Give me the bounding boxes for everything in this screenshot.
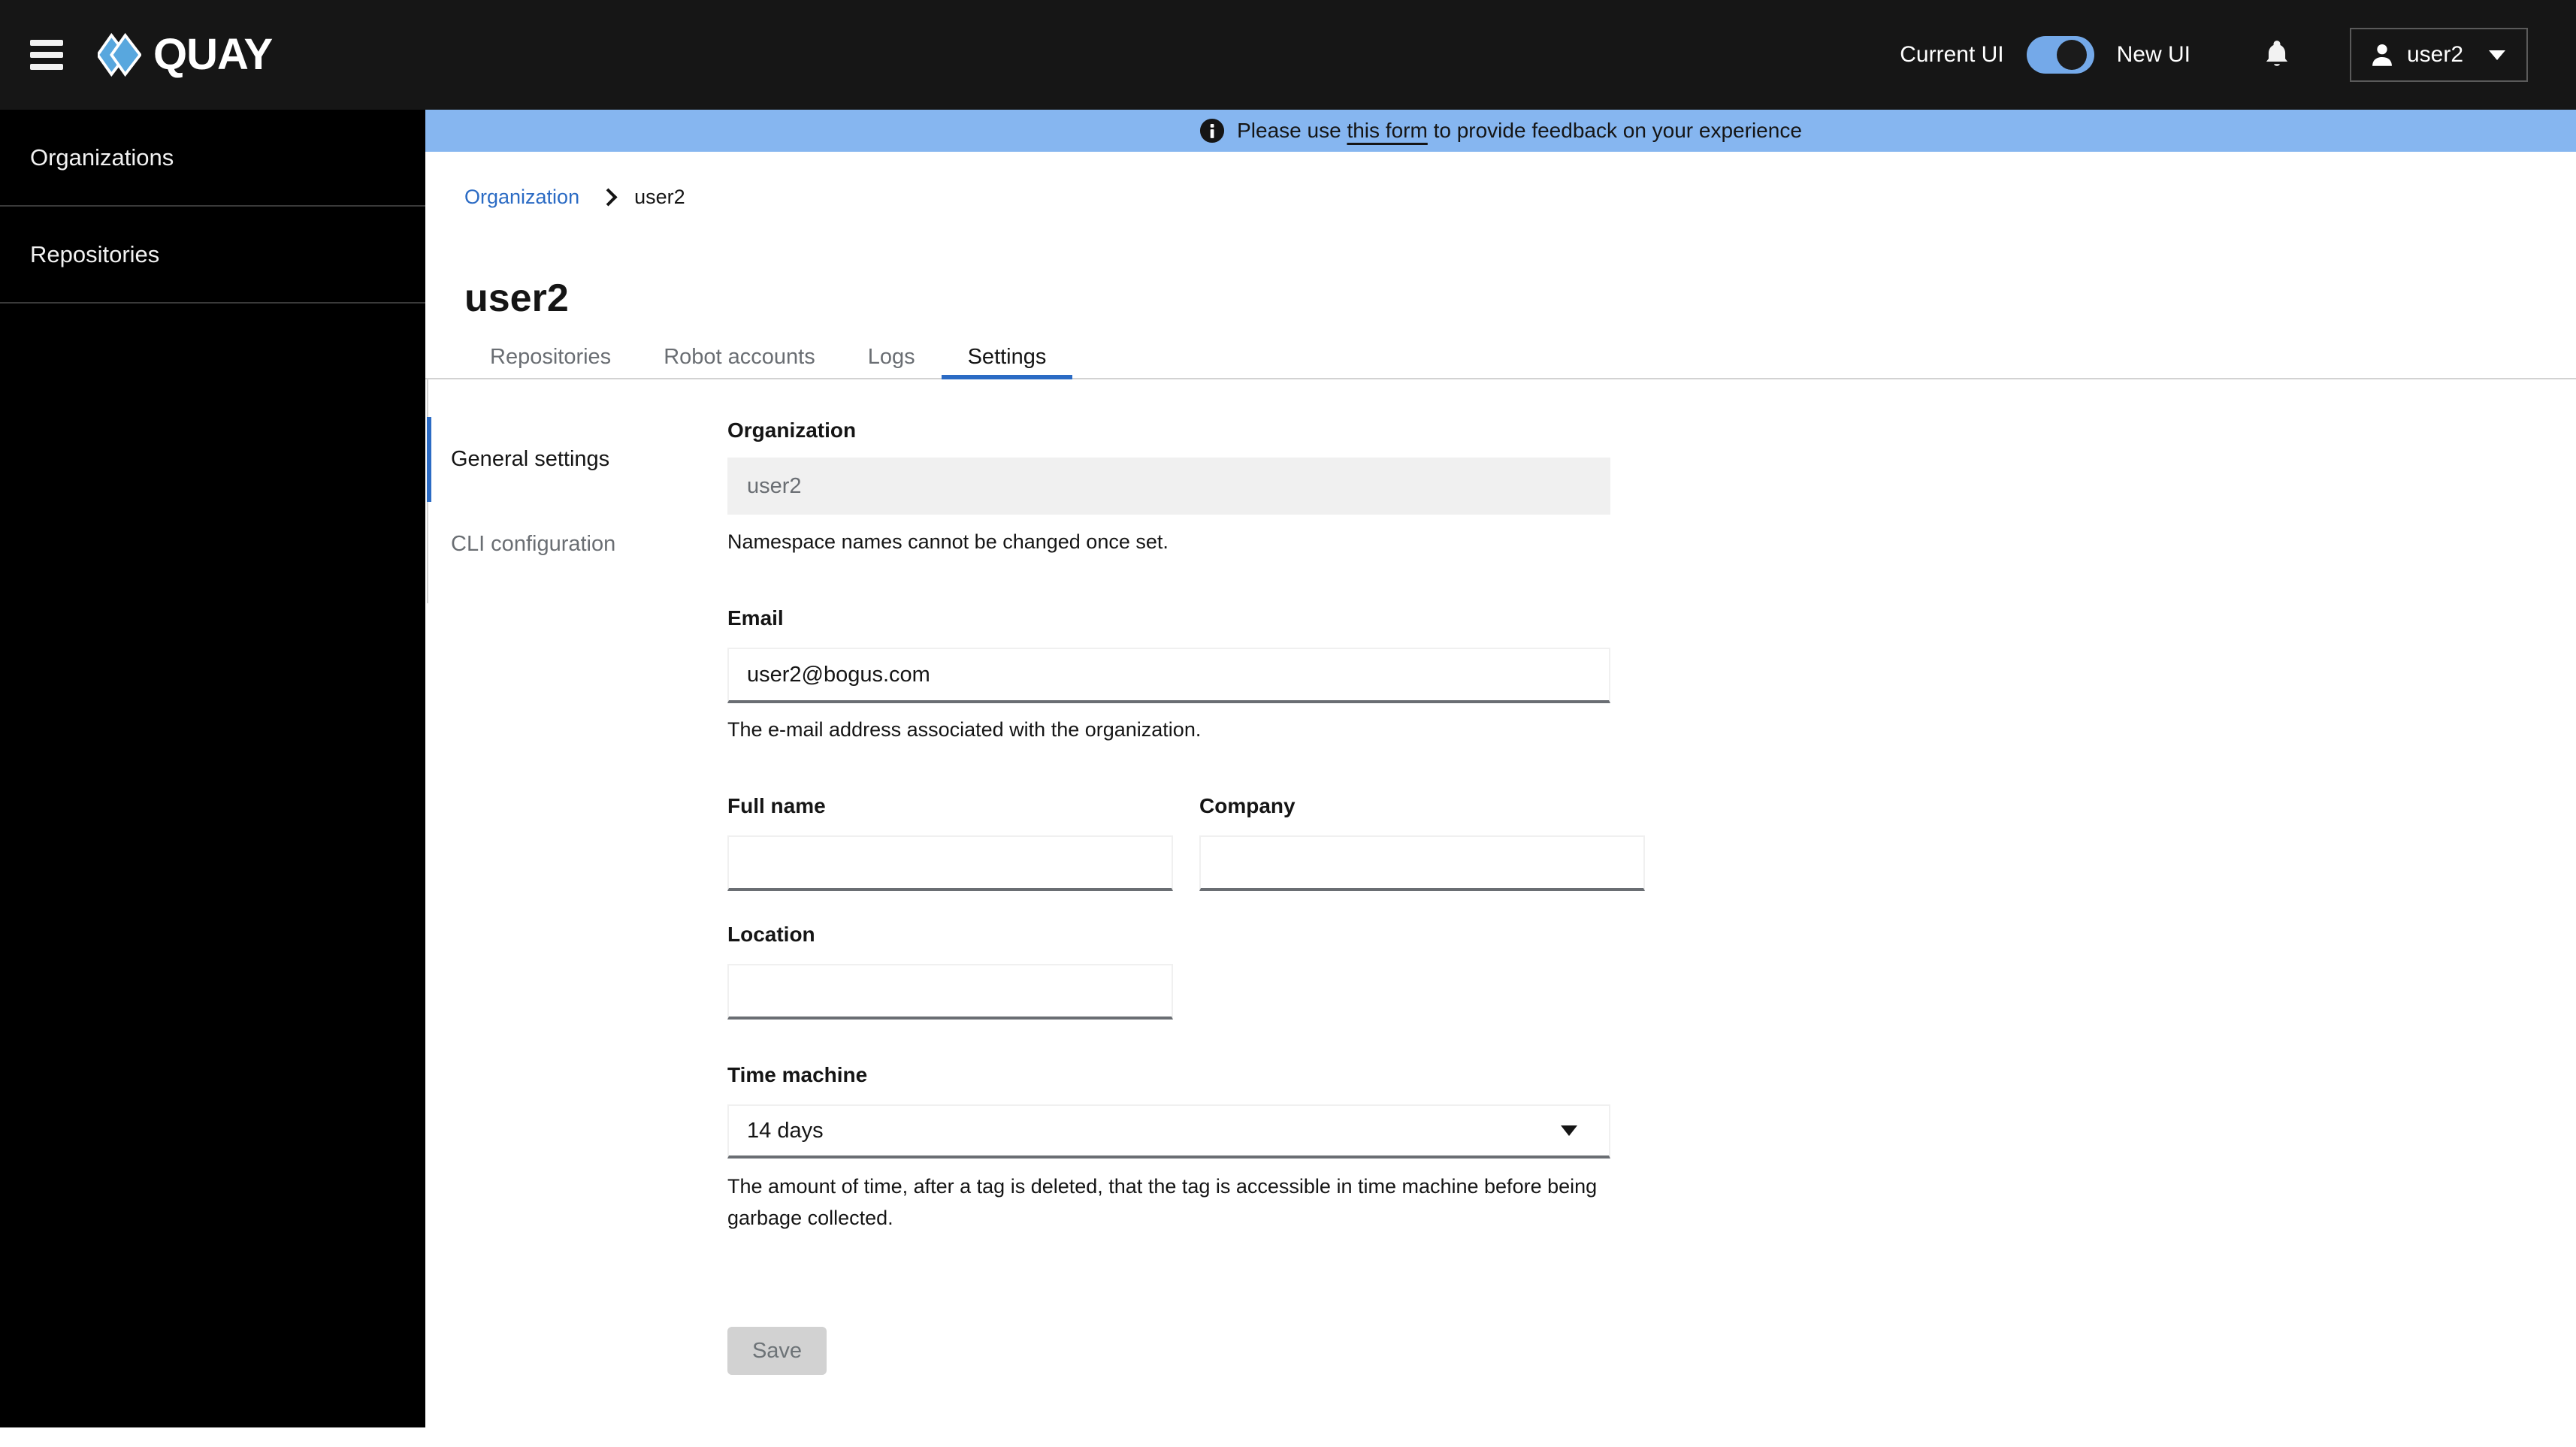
tab-bar: Repositories Robot accounts Logs Setting… <box>425 337 2576 379</box>
feedback-form-link[interactable]: this form <box>1347 119 1427 142</box>
name-company-row: Full name Company <box>727 796 1704 891</box>
select-caret-icon <box>1561 1125 1577 1136</box>
company-input[interactable] <box>1199 835 1645 891</box>
sidebar-item-repositories[interactable]: Repositories <box>0 207 425 304</box>
location-input[interactable] <box>727 964 1173 1020</box>
current-ui-label: Current UI <box>1900 42 2004 67</box>
user-menu[interactable]: user2 <box>2350 28 2528 82</box>
subnav-general-settings[interactable]: General settings <box>427 417 727 502</box>
sidebar-item-organizations[interactable]: Organizations <box>0 110 425 207</box>
breadcrumb-current: user2 <box>634 186 685 208</box>
tab-logs[interactable]: Logs <box>842 337 942 378</box>
time-machine-selected-value: 14 days <box>747 1118 824 1143</box>
brand-wordmark: QUAY <box>153 30 273 79</box>
app-header: QUAY Current UI New UI user2 <box>0 0 2576 110</box>
email-input[interactable] <box>727 648 1610 703</box>
settings-subnav: General settings CLI configuration <box>427 379 727 1375</box>
save-button[interactable]: Save <box>727 1327 827 1375</box>
organization-helper: Namespace names cannot be changed once s… <box>727 530 1169 553</box>
time-machine-helper: The amount of time, after a tag is delet… <box>727 1175 1598 1229</box>
quay-logo-icon <box>98 32 141 77</box>
email-helper: The e-mail address associated with the o… <box>727 718 1202 741</box>
new-ui-label: New UI <box>2116 42 2191 67</box>
settings-content: General settings CLI configuration Organ… <box>425 379 2576 1375</box>
info-circle-icon <box>1200 118 1225 143</box>
full-name-field: Full name <box>727 796 1173 891</box>
notifications-bell-icon[interactable] <box>2264 40 2290 70</box>
feedback-banner: Please use this form to provide feedback… <box>425 110 2576 152</box>
hamburger-menu-icon[interactable] <box>30 40 63 70</box>
header-left: QUAY <box>30 29 273 81</box>
general-settings-form: Organization Namespace names cannot be c… <box>727 379 1704 1375</box>
time-machine-select[interactable]: 14 days <box>727 1104 1610 1159</box>
sidebar: Organizations Repositories <box>0 110 425 1427</box>
chevron-down-icon <box>2489 50 2506 60</box>
full-name-label: Full name <box>727 794 826 817</box>
main-content: Organization user2 user2 Repositories Ro… <box>425 152 2576 1375</box>
tab-repositories[interactable]: Repositories <box>464 337 637 378</box>
location-label: Location <box>727 923 815 946</box>
header-right: Current UI New UI user2 <box>1900 28 2528 82</box>
user-avatar-icon <box>2372 44 2392 66</box>
company-field: Company <box>1199 796 1645 891</box>
company-label: Company <box>1199 794 1296 817</box>
breadcrumb: Organization user2 <box>464 186 2576 209</box>
quay-logo[interactable]: QUAY <box>98 29 273 81</box>
user-menu-label: user2 <box>2407 42 2464 67</box>
tab-settings[interactable]: Settings <box>941 337 1073 379</box>
email-label: Email <box>727 606 784 630</box>
organization-label: Organization <box>727 418 857 442</box>
organization-input <box>727 458 1610 515</box>
page-title: user2 <box>464 276 569 320</box>
tab-robot-accounts[interactable]: Robot accounts <box>637 337 842 378</box>
time-machine-label: Time machine <box>727 1063 868 1086</box>
quay-settings-screen: QUAY Current UI New UI user2 Organizatio… <box>0 0 2576 1447</box>
toggle-knob <box>2056 40 2087 70</box>
subnav-cli-configuration[interactable]: CLI configuration <box>427 502 727 587</box>
breadcrumb-chevron-icon <box>599 188 618 207</box>
banner-text: Please use this form to provide feedback… <box>1237 119 1802 142</box>
full-name-input[interactable] <box>727 835 1173 891</box>
ui-version-toggle[interactable] <box>2026 36 2094 74</box>
breadcrumb-organization-link[interactable]: Organization <box>464 186 579 209</box>
